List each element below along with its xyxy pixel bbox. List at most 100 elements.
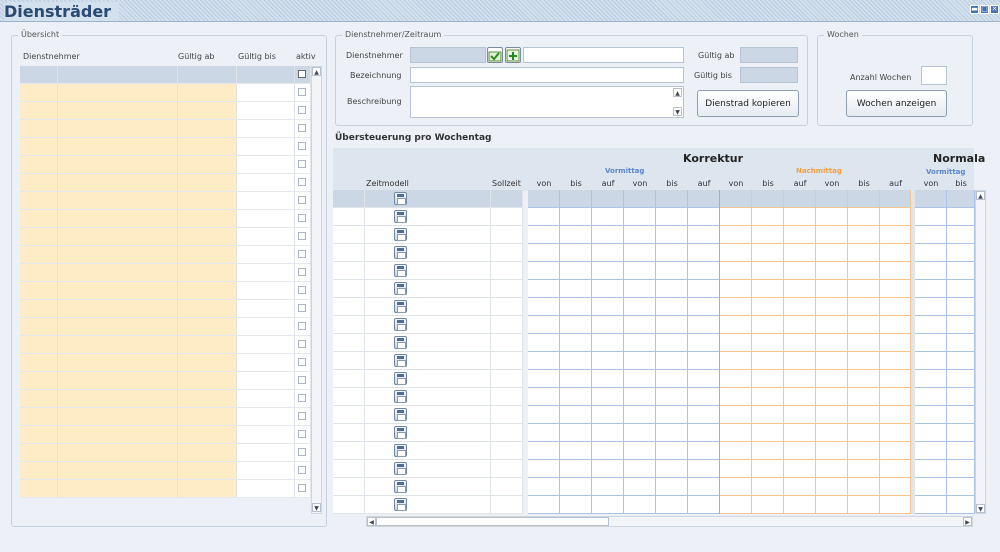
scroll-right-icon[interactable]: ▶ bbox=[963, 517, 972, 526]
aktiv-checkbox[interactable] bbox=[298, 322, 306, 330]
uebersicht-cell[interactable] bbox=[237, 354, 295, 372]
grid-cell[interactable] bbox=[784, 496, 816, 514]
grid-cell[interactable] bbox=[656, 226, 688, 244]
close-icon[interactable]: ✕ bbox=[990, 5, 999, 14]
grid-cell[interactable] bbox=[365, 262, 491, 280]
grid-cell[interactable] bbox=[656, 442, 688, 460]
aktiv-checkbox[interactable] bbox=[298, 70, 306, 78]
grid-cell[interactable] bbox=[333, 244, 365, 262]
grid-cell[interactable] bbox=[720, 496, 752, 514]
aktiv-checkbox[interactable] bbox=[298, 286, 306, 294]
grid-cell[interactable] bbox=[560, 352, 592, 370]
grid-cell[interactable] bbox=[491, 316, 523, 334]
grid-cell[interactable] bbox=[592, 388, 624, 406]
grid-cell[interactable] bbox=[848, 442, 880, 460]
grid-cell[interactable] bbox=[848, 424, 880, 442]
grid-cell[interactable] bbox=[947, 262, 975, 280]
grid-cell[interactable] bbox=[720, 460, 752, 478]
grid-cell[interactable] bbox=[592, 244, 624, 262]
grid-cell[interactable] bbox=[528, 460, 560, 478]
uebersicht-cell[interactable] bbox=[237, 192, 295, 210]
grid-cell[interactable] bbox=[560, 298, 592, 316]
grid-cell[interactable] bbox=[491, 460, 523, 478]
textarea-scroll-down-icon[interactable]: ▼ bbox=[673, 107, 682, 116]
grid-cell[interactable] bbox=[491, 424, 523, 442]
grid-header-row-cell[interactable] bbox=[880, 190, 911, 208]
grid-cell[interactable] bbox=[784, 226, 816, 244]
grid-cell[interactable] bbox=[720, 208, 752, 226]
grid-cell[interactable] bbox=[880, 388, 911, 406]
aktiv-checkbox[interactable] bbox=[298, 214, 306, 222]
grid-cell[interactable] bbox=[688, 352, 720, 370]
grid-cell[interactable] bbox=[528, 262, 560, 280]
grid-cell[interactable] bbox=[624, 460, 656, 478]
grid-cell[interactable] bbox=[784, 298, 816, 316]
grid-cell[interactable] bbox=[592, 280, 624, 298]
grid-cell[interactable] bbox=[720, 406, 752, 424]
grid-cell[interactable] bbox=[365, 424, 491, 442]
zeitmodell-picker-icon[interactable] bbox=[394, 264, 407, 277]
grid-cell[interactable] bbox=[720, 424, 752, 442]
grid-cell[interactable] bbox=[528, 442, 560, 460]
grid-header-row-cell[interactable] bbox=[333, 190, 365, 208]
aktiv-checkbox[interactable] bbox=[298, 178, 306, 186]
grid-header-row-cell[interactable] bbox=[688, 190, 720, 208]
grid-cell[interactable] bbox=[848, 460, 880, 478]
grid-cell[interactable] bbox=[848, 388, 880, 406]
grid-cell[interactable] bbox=[491, 478, 523, 496]
grid-cell[interactable] bbox=[848, 298, 880, 316]
grid-cell[interactable] bbox=[752, 406, 784, 424]
grid-cell[interactable] bbox=[947, 226, 975, 244]
grid-cell[interactable] bbox=[491, 352, 523, 370]
aktiv-checkbox[interactable] bbox=[298, 466, 306, 474]
grid-cell[interactable] bbox=[560, 316, 592, 334]
grid-cell[interactable] bbox=[848, 496, 880, 514]
grid-cell[interactable] bbox=[688, 388, 720, 406]
grid-cell[interactable] bbox=[720, 244, 752, 262]
grid-cell[interactable] bbox=[752, 496, 784, 514]
grid-cell[interactable] bbox=[528, 208, 560, 226]
grid-cell[interactable] bbox=[592, 460, 624, 478]
aktiv-checkbox[interactable] bbox=[298, 196, 306, 204]
grid-cell[interactable] bbox=[947, 388, 975, 406]
grid-cell[interactable] bbox=[365, 244, 491, 262]
grid-cell[interactable] bbox=[624, 352, 656, 370]
grid-cell[interactable] bbox=[848, 406, 880, 424]
uebersicht-scrollbar[interactable] bbox=[311, 66, 322, 514]
grid-cell[interactable] bbox=[560, 370, 592, 388]
grid-cell[interactable] bbox=[880, 460, 911, 478]
grid-cell[interactable] bbox=[624, 370, 656, 388]
uebersicht-cell[interactable] bbox=[237, 390, 295, 408]
grid-cell[interactable] bbox=[528, 370, 560, 388]
wochen-anzeigen-button[interactable]: Wochen anzeigen bbox=[846, 90, 947, 117]
grid-cell[interactable] bbox=[656, 244, 688, 262]
grid-cell[interactable] bbox=[560, 406, 592, 424]
grid-header-row-cell[interactable] bbox=[720, 190, 752, 208]
grid-cell[interactable] bbox=[752, 226, 784, 244]
grid-cell[interactable] bbox=[688, 460, 720, 478]
grid-cell[interactable] bbox=[947, 370, 975, 388]
grid-cell[interactable] bbox=[365, 370, 491, 388]
grid-cell[interactable] bbox=[592, 478, 624, 496]
grid-cell[interactable] bbox=[365, 388, 491, 406]
grid-cell[interactable] bbox=[624, 298, 656, 316]
grid-cell[interactable] bbox=[333, 262, 365, 280]
grid-cell[interactable] bbox=[560, 424, 592, 442]
grid-cell[interactable] bbox=[947, 352, 975, 370]
grid-cell[interactable] bbox=[915, 496, 947, 514]
grid-cell[interactable] bbox=[816, 388, 848, 406]
uebersicht-header-cell[interactable] bbox=[237, 66, 295, 84]
grid-cell[interactable] bbox=[947, 208, 975, 226]
uebersicht-cell[interactable] bbox=[237, 138, 295, 156]
uebersicht-cell[interactable] bbox=[237, 156, 295, 174]
grid-cell[interactable] bbox=[592, 316, 624, 334]
grid-cell[interactable] bbox=[528, 352, 560, 370]
grid-cell[interactable] bbox=[491, 496, 523, 514]
zeitmodell-picker-icon[interactable] bbox=[394, 480, 407, 493]
grid-cell[interactable] bbox=[333, 460, 365, 478]
grid-cell[interactable] bbox=[365, 316, 491, 334]
grid-cell[interactable] bbox=[560, 262, 592, 280]
uebersicht-cell[interactable] bbox=[237, 462, 295, 480]
grid-cell[interactable] bbox=[624, 208, 656, 226]
aktiv-checkbox[interactable] bbox=[298, 340, 306, 348]
